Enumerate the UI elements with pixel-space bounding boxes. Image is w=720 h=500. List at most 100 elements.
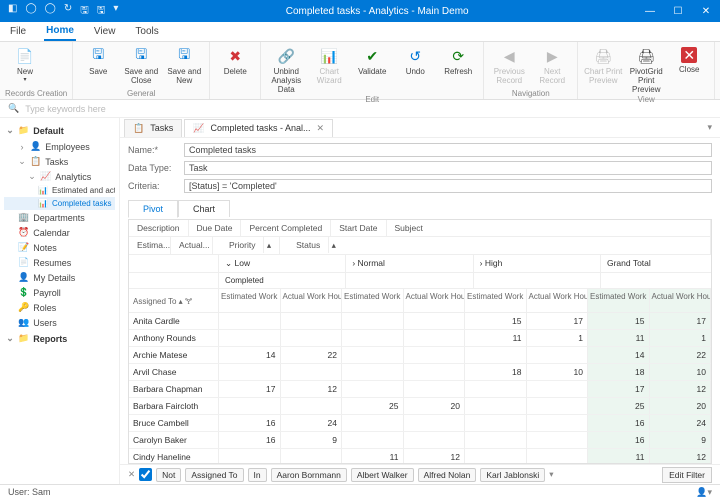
nav-completed[interactable]: 📊 Completed tasks [4,197,115,210]
col-low[interactable]: ⌄ Low [219,255,346,272]
save-close-button[interactable]: 🖫Save and Close [121,45,161,88]
field-estima[interactable]: Estima... [129,237,171,254]
close-window-button[interactable]: ✕ [692,6,720,17]
row-header: Anthony Rounds [129,330,219,346]
field-description[interactable]: Description [129,220,189,236]
close-button[interactable]: ✕Close [669,45,709,94]
cell [404,313,466,329]
nav-group-default[interactable]: ⌄📁Default [4,122,115,139]
nav-users[interactable]: 👥 Users [4,315,115,330]
col-normal[interactable]: › Normal [346,255,473,272]
chart-wizard-button: 📊Chart Wizard [309,45,349,94]
tabs-dropdown-icon[interactable]: ▾ [707,122,720,133]
name-field[interactable]: Completed tasks [184,143,712,157]
row-header: Arvil Chase [129,364,219,380]
filter-close-icon[interactable]: ✕ [128,469,135,480]
filter-dropdown-icon[interactable]: ▾ [549,469,553,480]
pivot-body[interactable]: Anita Cardle15171517Anthony Rounds111111… [129,313,711,463]
nav-employees[interactable]: ›👤 Employees [4,139,115,154]
criteria-field[interactable]: [Status] = 'Completed' [184,179,712,193]
tab-completed-analytics[interactable]: 📈 Completed tasks - Anal... ✕ [184,119,333,137]
minimize-button[interactable]: — [636,6,664,17]
undo-button[interactable]: ↺Undo [395,45,435,94]
cell: 14 [219,347,281,363]
menu-file[interactable]: File [8,23,28,40]
criteria-label: Criteria: [128,181,184,191]
nav-estimated[interactable]: 📊 Estimated and actual wor [4,184,115,197]
table-row[interactable]: Cindy Haneline11121112 [129,449,711,463]
menu-view[interactable]: View [92,23,118,40]
qat-refresh-icon[interactable]: ↻ [64,3,72,20]
table-row[interactable]: Anthony Rounds111111 [129,330,711,347]
status-user-icon[interactable]: 👤▾ [696,487,712,498]
cell: 22 [281,347,343,363]
save-new-button[interactable]: 🖫Save and New [164,45,204,88]
nav-group-reports[interactable]: ⌄📁Reports [4,330,115,347]
maximize-button[interactable]: ☐ [664,6,692,17]
subtab-chart[interactable]: Chart [178,200,230,217]
cell [281,330,343,346]
table-row[interactable]: Bruce Cambell16241624 [129,415,711,432]
field-priority[interactable]: Priority ▴ [213,237,280,254]
table-row[interactable]: Carolyn Baker169169 [129,432,711,449]
cell [342,330,404,346]
filter-val3[interactable]: Alfred Nolan [418,468,477,482]
qat-dropdown-icon[interactable]: ▾ [113,3,118,20]
filter-not[interactable]: Not [156,468,181,482]
subtab-pivot[interactable]: Pivot [128,200,178,218]
filter-val1[interactable]: Aaron Bornmann [271,468,347,482]
delete-button[interactable]: ✖Delete [215,45,255,88]
nav-departments[interactable]: 🏢 Departments [4,210,115,225]
save-button[interactable]: 🖫Save [78,45,118,88]
table-row[interactable]: Barbara Faircloth25202520 [129,398,711,415]
filter-enable-checkbox[interactable] [139,468,152,481]
nav-analytics[interactable]: ⌄📈 Analytics [4,169,115,184]
table-row[interactable]: Arvil Chase18101810 [129,364,711,381]
sidebar: ⌄📁Default ›👤 Employees ⌄📋 Tasks ⌄📈 Analy… [0,118,120,484]
field-status[interactable]: Status ▴ [280,237,711,254]
qat-saveall-icon[interactable]: 🖫 [97,3,106,20]
app-icon: ◧ [8,3,17,20]
field-subject[interactable]: Subject [387,220,712,236]
nav-payroll[interactable]: 💲 Payroll [4,285,115,300]
pivot-print-button[interactable]: 🖨PivotGrid Print Preview [626,45,666,94]
field-startdate[interactable]: Start Date [331,220,386,236]
col-high[interactable]: › High [474,255,601,272]
qat-back-icon[interactable]: ◯ [25,3,36,20]
prev-record-button: ◀Previous Record [489,45,529,88]
table-row[interactable]: Anita Cardle15171517 [129,313,711,330]
refresh-button[interactable]: ⟳Refresh [438,45,478,94]
tab-tasks[interactable]: 📋 Tasks [124,119,182,137]
nav-tasks[interactable]: ⌄📋 Tasks [4,154,115,169]
table-row[interactable]: Barbara Chapman17121712 [129,381,711,398]
datatype-field[interactable]: Task [184,161,712,175]
menu-home[interactable]: Home [44,22,76,41]
field-actual[interactable]: Actual... [171,237,213,254]
column-group-header: ⌄ Low › Normal › High Grand Total [129,255,711,273]
cell: 14 [588,347,650,363]
qat-save-icon[interactable]: 🖫 [80,3,89,20]
filter-val4[interactable]: Karl Jablonski [480,468,545,482]
filter-op[interactable]: In [248,468,267,482]
field-duedate[interactable]: Due Date [189,220,242,236]
row-field-assigned[interactable]: Assigned To ▴ 🝖 [129,289,219,312]
nav-resumes[interactable]: 📄 Resumes [4,255,115,270]
edit-filter-button[interactable]: Edit Filter [662,467,712,483]
qat-forward-icon[interactable]: ◯ [45,3,56,20]
close-tab-icon[interactable]: ✕ [317,123,325,134]
field-percent[interactable]: Percent Completed [241,220,331,236]
nav-notes[interactable]: 📝 Notes [4,240,115,255]
filter-field[interactable]: Assigned To [185,468,243,482]
menu-tools[interactable]: Tools [133,23,160,40]
nav-calendar[interactable]: ⏰ Calendar [4,225,115,240]
validate-button[interactable]: ✔Validate [352,45,392,94]
cell [404,347,466,363]
cell: 11 [465,330,527,346]
nav-roles[interactable]: 🔑 Roles [4,300,115,315]
nav-mydetails[interactable]: 👤 My Details [4,270,115,285]
search-input[interactable]: Type keywords here [25,104,106,114]
new-button[interactable]: 📄New▾ [5,45,45,88]
table-row[interactable]: Archie Matese14221422 [129,347,711,364]
unbind-button[interactable]: 🔗Unbind Analysis Data [266,45,306,94]
filter-val2[interactable]: Albert Walker [351,468,414,482]
